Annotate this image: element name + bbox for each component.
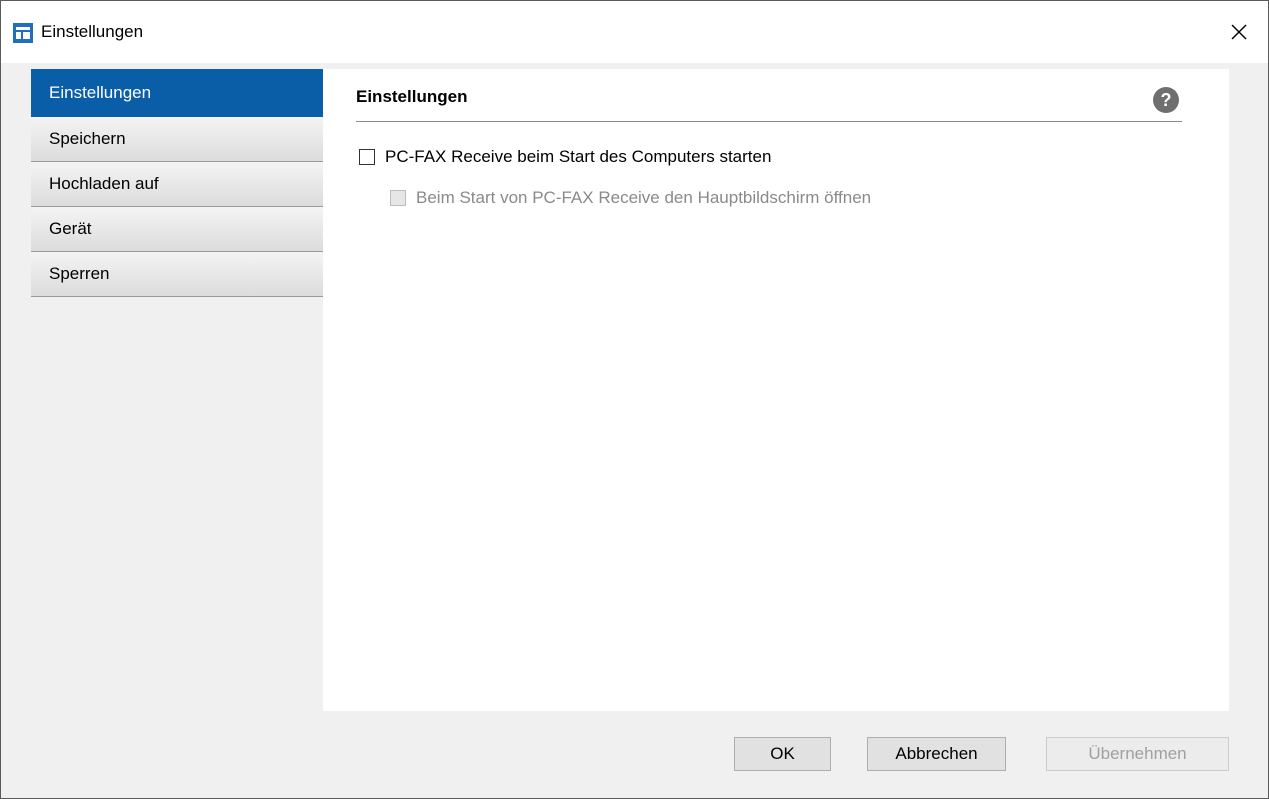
apply-button: Übernehmen xyxy=(1046,737,1229,771)
section-divider xyxy=(356,121,1182,122)
open-main-screen-label: Beim Start von PC-FAX Receive den Hauptb… xyxy=(416,188,872,207)
sidebar-item-speichern[interactable]: Speichern xyxy=(31,117,324,162)
sidebar-nav: Einstellungen Speichern Hochladen auf Ge… xyxy=(31,69,324,297)
window-title: Einstellungen xyxy=(41,22,144,41)
sidebar-item-label: Einstellungen xyxy=(49,83,152,102)
cancel-button[interactable]: Abbrechen xyxy=(867,737,1006,771)
sidebar-item-hochladen[interactable]: Hochladen auf xyxy=(31,162,324,207)
app-settings-icon xyxy=(13,23,33,43)
sidebar-item-label: Hochladen auf xyxy=(49,174,159,193)
option-start-on-boot[interactable]: PC-FAX Receive beim Start des Computers … xyxy=(359,147,771,167)
start-on-boot-label: PC-FAX Receive beim Start des Computers … xyxy=(385,147,772,166)
close-button[interactable] xyxy=(1222,15,1256,49)
close-icon xyxy=(1231,24,1247,40)
help-icon[interactable]: ? xyxy=(1153,87,1179,113)
sidebar-item-label: Speichern xyxy=(49,129,126,148)
settings-dialog: Einstellungen Einstellungen Speichern Ho… xyxy=(0,0,1269,799)
start-on-boot-checkbox[interactable] xyxy=(359,149,375,165)
sidebar-item-einstellungen[interactable]: Einstellungen xyxy=(31,69,324,117)
title-bar: Einstellungen xyxy=(1,1,1268,63)
option-open-main-screen: Beim Start von PC-FAX Receive den Hauptb… xyxy=(390,188,871,208)
open-main-screen-checkbox xyxy=(390,190,406,206)
ok-button[interactable]: OK xyxy=(734,737,831,771)
section-title: Einstellungen xyxy=(356,87,468,106)
sidebar-item-label: Sperren xyxy=(49,264,110,283)
sidebar-item-sperren[interactable]: Sperren xyxy=(31,252,324,297)
settings-panel: Einstellungen ? PC-FAX Receive beim Star… xyxy=(323,69,1229,711)
sidebar-item-label: Gerät xyxy=(49,219,92,238)
sidebar-item-geraet[interactable]: Gerät xyxy=(31,207,324,252)
